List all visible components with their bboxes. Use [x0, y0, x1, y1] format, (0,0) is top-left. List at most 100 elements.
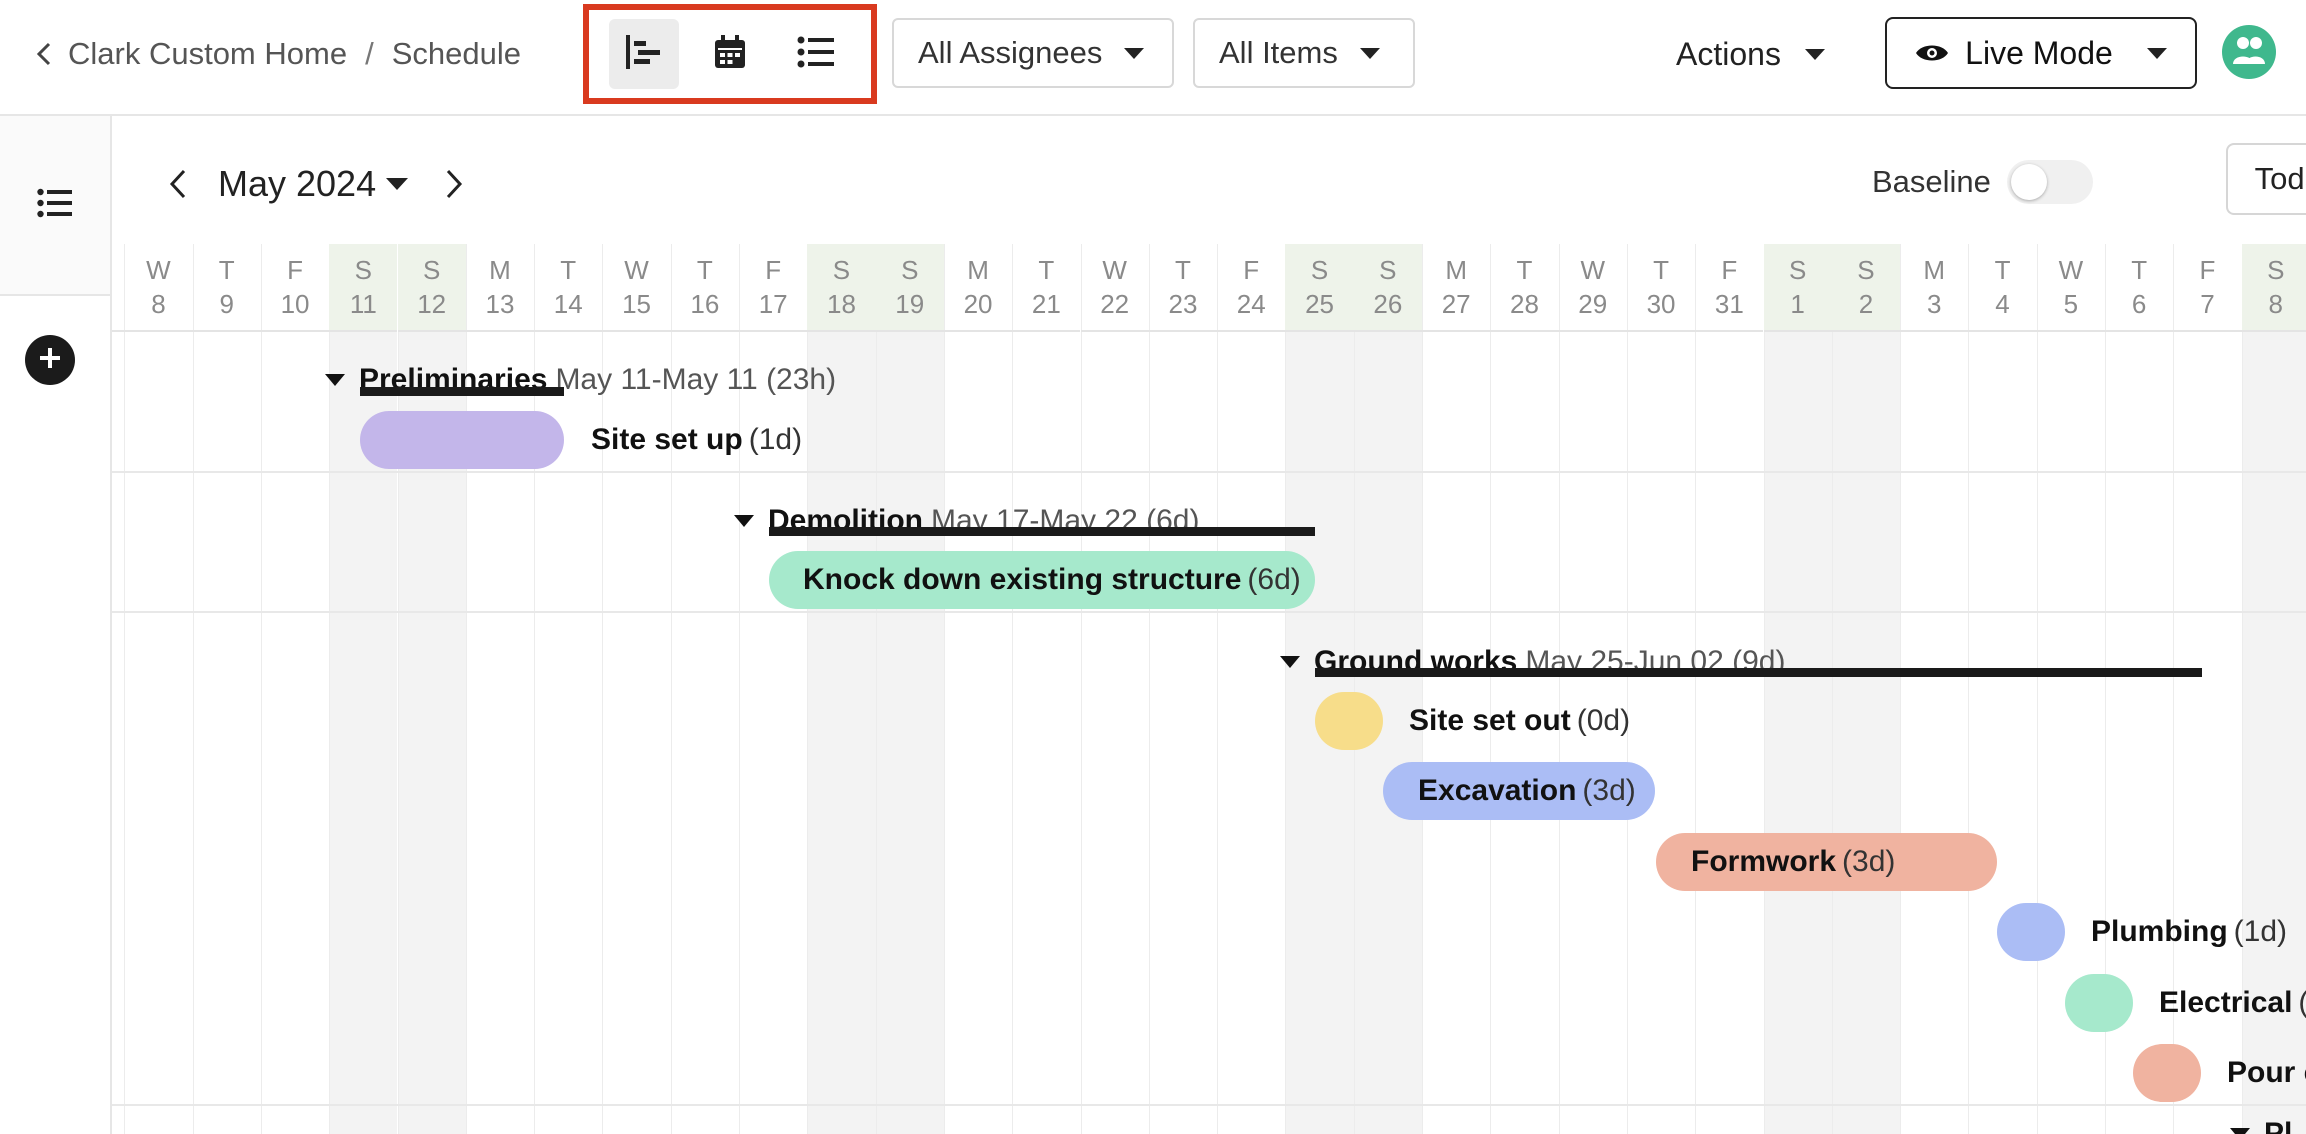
- day-header: F7: [2173, 244, 2242, 332]
- task-list-toggle[interactable]: [0, 116, 110, 296]
- task-label: Plumbing (1d): [2091, 903, 2287, 961]
- task-bar-excavation[interactable]: Excavation (3d): [1383, 762, 1655, 820]
- items-filter-dropdown[interactable]: All Items: [1193, 18, 1415, 88]
- day-header: S8: [2241, 244, 2306, 332]
- chevron-right-icon[interactable]: [434, 159, 474, 209]
- weekday-letter: T: [1653, 255, 1669, 285]
- day-header: F 24: [1217, 244, 1286, 332]
- day-header: T6: [2105, 244, 2174, 332]
- task-bar-site-set-out[interactable]: [1315, 692, 1383, 750]
- breadcrumb: Clark Custom Home / Schedule: [26, 30, 521, 78]
- day-number: 11: [349, 289, 377, 319]
- day-column: [260, 244, 329, 1134]
- task-bar-knock-down[interactable]: Knock down existing structure (6d): [769, 551, 1315, 609]
- task-name: Site set up: [591, 423, 743, 456]
- actions-label: Actions: [1676, 35, 1781, 72]
- breadcrumb-current-page: Schedule: [391, 36, 521, 71]
- group-summary-bar: [769, 527, 1315, 536]
- baseline-label: Baseline: [1872, 164, 1991, 199]
- day-column: [1353, 244, 1422, 1134]
- items-filter-label: All Items: [1219, 35, 1338, 70]
- day-header: W 15: [602, 244, 671, 332]
- chevron-left-icon[interactable]: [158, 159, 198, 209]
- day-number: 6: [2131, 289, 2147, 319]
- day-header: M 27: [1422, 244, 1491, 332]
- group-header-next[interactable]: Pl: [2230, 1114, 2292, 1134]
- day-number: 29: [1578, 289, 1608, 319]
- assignees-filter-label: All Assignees: [918, 35, 1103, 70]
- day-number: 25: [1305, 289, 1334, 319]
- live-mode-dropdown[interactable]: Live Mode: [1885, 17, 2197, 89]
- baseline-toggle[interactable]: [2006, 160, 2093, 204]
- day-number: 26: [1373, 289, 1403, 319]
- day-header: T 14: [534, 244, 603, 332]
- day-column: [1217, 244, 1285, 1134]
- weekday-letter: T: [1038, 255, 1055, 285]
- day-column: [1626, 244, 1695, 1134]
- add-task-button[interactable]: [25, 335, 75, 385]
- caret-down-icon[interactable]: [734, 515, 754, 527]
- task-duration: (1d): [2233, 915, 2288, 948]
- day-number: 23: [1168, 289, 1198, 319]
- month-label[interactable]: May 2024: [218, 163, 376, 205]
- assignees-filter-dropdown[interactable]: All Assignees: [892, 18, 1174, 88]
- weekday-letter: T: [2131, 255, 2148, 285]
- task-name: Plumbing: [2091, 915, 2228, 948]
- task-name: Knock down existing structure: [803, 563, 1242, 596]
- weekday-letter: F: [287, 255, 303, 285]
- weekday-letter: F: [1243, 255, 1260, 285]
- day-number: 10: [280, 289, 310, 319]
- day-header: S 18: [807, 244, 876, 332]
- breadcrumb-project-link[interactable]: Clark Custom Home: [68, 36, 347, 72]
- task-bar-site-set-up[interactable]: [360, 411, 564, 469]
- today-button-group: Today Fi: [2226, 143, 2306, 215]
- day-number: 3: [1927, 289, 1942, 319]
- task-bar-electrical[interactable]: [2065, 974, 2133, 1032]
- calendar-view-button[interactable]: [695, 19, 765, 89]
- caret-down-icon[interactable]: [325, 374, 345, 386]
- weekday-letter: M: [1923, 255, 1946, 285]
- weekday-letter: S: [354, 255, 372, 285]
- task-bar-plumbing[interactable]: [1997, 903, 2065, 961]
- chevron-down-icon: [1124, 47, 1145, 59]
- weekday-letter: T: [1175, 255, 1191, 285]
- group-summary-bar: [1315, 668, 2202, 677]
- weekday-letter: T: [560, 255, 577, 285]
- day-column: [1831, 244, 1901, 1134]
- list-view-button[interactable]: [781, 19, 851, 89]
- today-button[interactable]: Today: [2228, 145, 2306, 213]
- day-header: F 10: [260, 244, 330, 332]
- day-column: [1490, 244, 1558, 1134]
- day-number: 20: [963, 289, 993, 319]
- actions-menu-button[interactable]: Actions: [1676, 28, 1825, 80]
- task-bar-formwork[interactable]: Formwork (3d): [1656, 833, 1997, 891]
- day-number: 13: [485, 289, 515, 319]
- baseline-control: Baseline: [1872, 160, 2093, 204]
- weekday-letter: F: [2199, 255, 2216, 285]
- day-column: [112, 244, 124, 1134]
- day-number: 4: [1995, 289, 2010, 319]
- day-number: 24: [1236, 289, 1266, 319]
- day-header: T4: [1968, 244, 2037, 332]
- day-header: T 23: [1148, 244, 1218, 332]
- weekday-letter: S: [2267, 255, 2285, 285]
- user-avatar[interactable]: [2222, 25, 2276, 79]
- task-bar-pour[interactable]: [2133, 1044, 2201, 1102]
- day-header: T 28: [1490, 244, 1559, 332]
- task-label: Pour c: [2227, 1044, 2306, 1102]
- row-divider: [112, 611, 2306, 613]
- gantt-view-button[interactable]: [609, 19, 679, 89]
- day-number: 28: [1509, 289, 1539, 319]
- live-mode-label: Live Mode: [1965, 34, 2113, 71]
- row-divider: [112, 1104, 2306, 1106]
- day-header: W 29: [1558, 244, 1627, 332]
- row-divider: [112, 471, 2306, 473]
- day-column: [1080, 244, 1149, 1134]
- chevron-down-icon[interactable]: [386, 178, 409, 190]
- chevron-left-icon[interactable]: [26, 36, 62, 72]
- day-number: 9: [219, 289, 234, 319]
- weekday-letter: M: [967, 255, 989, 285]
- caret-down-icon[interactable]: [2230, 1128, 2250, 1134]
- caret-down-icon[interactable]: [1280, 656, 1300, 668]
- task-duration: (1d): [748, 423, 803, 456]
